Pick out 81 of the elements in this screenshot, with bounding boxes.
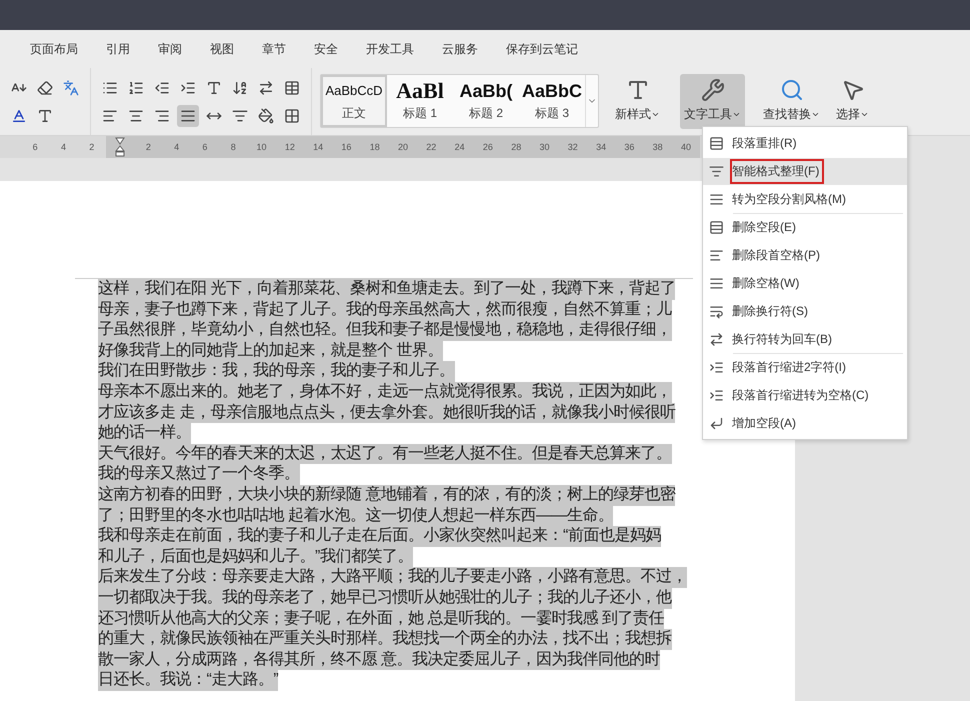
ruler-number: 18 (368, 142, 381, 152)
caret-icon (651, 110, 660, 119)
menu-item-label: 删除段首空格(P) (732, 247, 821, 264)
search-icon (780, 78, 804, 102)
ruler-number: 6 (32, 142, 39, 152)
menu-item[interactable]: 段落首行缩进转为空格(C) (703, 382, 907, 409)
indent-marker-icon[interactable] (115, 137, 126, 157)
menu-tab[interactable]: 审阅 (148, 36, 192, 62)
menu-item[interactable]: 删除换行符(S) (703, 298, 907, 325)
format-lines-icon (709, 164, 724, 179)
ruler-number: 24 (454, 142, 466, 152)
menu-tab[interactable]: 章节 (252, 36, 296, 62)
ruler-number: 2 (88, 142, 96, 152)
ruler-number: 36 (623, 142, 636, 152)
return-icon (709, 416, 724, 431)
menu-item[interactable]: 增加空段(A) (703, 410, 907, 437)
arrows-icon (709, 332, 724, 347)
ruler-number: 28 (510, 142, 522, 152)
lines-icon (709, 248, 724, 263)
indent-icon (709, 360, 724, 375)
menu-item[interactable]: 段落首行缩进2字符(I) (703, 354, 907, 381)
caret-icon (811, 110, 820, 119)
wrench-icon (700, 78, 724, 102)
menu-tab[interactable]: 页面布局 (20, 36, 88, 62)
lines-icon (709, 192, 724, 207)
select-button[interactable]: 选择 (832, 74, 873, 129)
ruler-number: 26 (482, 142, 494, 152)
menu-tab[interactable]: 安全 (304, 36, 348, 62)
ruler-number: 2 (144, 142, 152, 152)
find-replace-button[interactable]: 查找替换 (759, 74, 824, 129)
caret-icon (732, 110, 741, 119)
menu-item-label: 转为空段分割风格(M) (732, 191, 847, 208)
menu-item[interactable]: 删除空格(W) (703, 270, 907, 297)
menu-tab[interactable]: 引用 (96, 36, 140, 62)
ruler-number: 6 (201, 142, 208, 152)
menu-item-label: 段落重排(R) (732, 135, 798, 152)
menu-item[interactable]: 智能格式整理(F) (703, 158, 907, 185)
align-icon[interactable] (177, 104, 199, 126)
ruler-number: 32 (566, 142, 579, 152)
menu-item[interactable]: 删除空段(E) (703, 214, 907, 241)
menu-item[interactable]: 换行符转为回车(B) (703, 326, 907, 353)
lines-icon (709, 276, 724, 291)
ruler-number: 8 (230, 142, 237, 152)
ruler-number: 10 (256, 142, 268, 152)
indent-icon (709, 388, 724, 403)
ruler-number: 20 (397, 142, 410, 152)
style-option[interactable]: AaBb( 标题 2 (453, 75, 519, 127)
menu-tab[interactable]: 视图 (200, 36, 244, 62)
wrap-icon (709, 304, 724, 319)
menu-item-label: 段落首行缩进2字符(I) (732, 359, 847, 376)
text-tools-button[interactable]: 文字工具 (680, 74, 745, 129)
menu-tab[interactable]: 保存到云笔记 (496, 36, 588, 62)
ruler-number: 22 (425, 142, 438, 152)
menu-item-label: 智能格式整理(F) (732, 161, 822, 182)
caret-icon (860, 110, 869, 119)
style-option[interactable]: AaBbC 标题 3 (519, 75, 585, 127)
menu-item-label: 增加空段(A) (732, 415, 797, 432)
new-style-button[interactable]: 新样式 (611, 74, 664, 129)
menu-tab[interactable]: 开发工具 (356, 36, 424, 62)
menu-item-label: 删除空段(E) (732, 219, 797, 236)
ruler-number: 12 (284, 142, 296, 152)
menu-item-label: 段落首行缩进转为空格(C) (732, 387, 870, 404)
style-option[interactable]: AaBbCcD 正文 (321, 75, 387, 127)
ruler-number: 16 (340, 142, 352, 152)
lines-icon (709, 220, 724, 235)
menu-item-label: 删除换行符(S) (732, 303, 809, 320)
menu-tab[interactable]: 云服务 (432, 36, 488, 62)
lines-icon (709, 136, 724, 151)
ruler-number: 30 (538, 142, 550, 152)
menu-item-label: 删除空格(W) (732, 275, 800, 292)
menu-item[interactable]: 段落重排(R) (703, 130, 907, 157)
ruler-number: 14 (312, 142, 324, 152)
ruler-number: 4 (173, 142, 180, 152)
ruler-number: 34 (595, 142, 608, 152)
menu-item-label: 换行符转为回车(B) (732, 331, 833, 348)
ruler-number: 4 (60, 142, 67, 152)
ruler-number: 38 (652, 142, 664, 152)
style-option[interactable]: AaBl 标题 1 (387, 75, 453, 127)
menu-item[interactable]: 转为空段分割风格(M) (703, 186, 907, 213)
menu-item[interactable]: 删除段首空格(P) (703, 242, 907, 269)
ruler-number: 40 (680, 142, 692, 152)
